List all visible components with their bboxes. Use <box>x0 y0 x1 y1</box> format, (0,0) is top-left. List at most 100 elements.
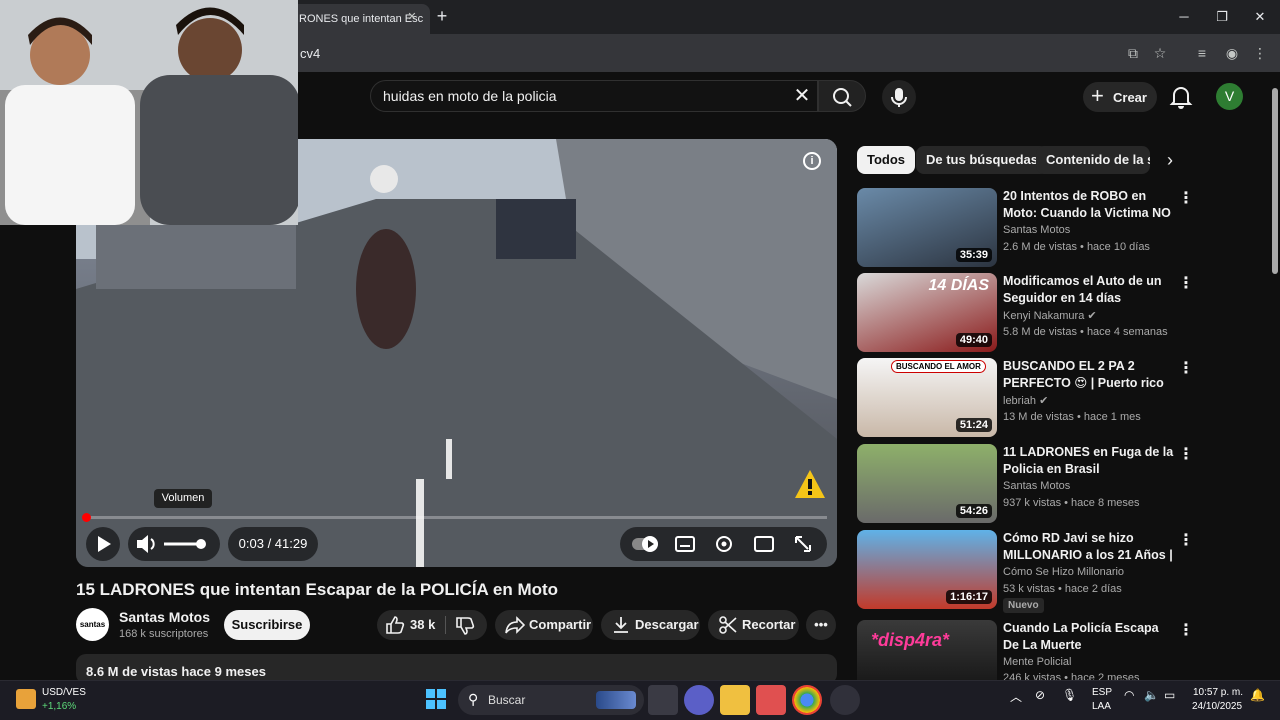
windows-start-icon[interactable] <box>426 689 446 709</box>
channel-label: Kenyi Nakamura <box>1003 310 1085 322</box>
rec-title[interactable]: 11 LADRONES en Fuga de la Policia en Bra… <box>1003 444 1175 478</box>
clear-search-icon[interactable]: ✕ <box>790 84 814 108</box>
rec-title[interactable]: Cuando La Policía Escapa De La Muerte <box>1003 620 1175 654</box>
thumb-overlay-text: BUSCANDO EL AMOR <box>891 360 986 373</box>
chevron-right-icon[interactable]: › <box>1160 150 1180 170</box>
download-button[interactable]: Descargar <box>601 610 700 640</box>
settings-gear-icon[interactable] <box>716 536 732 552</box>
download-label: Descargar <box>635 617 699 632</box>
search-button[interactable] <box>818 80 866 112</box>
tab-close-icon[interactable]: ✕ <box>404 9 420 25</box>
more-options-icon[interactable]: ⋮ <box>1178 359 1194 379</box>
channel-name[interactable]: Santas Motos <box>119 609 210 625</box>
subtitles-icon[interactable] <box>675 536 695 552</box>
lang-code[interactable]: ESP <box>1092 687 1112 698</box>
rec-channel[interactable]: lebriah ✔ <box>1003 394 1048 407</box>
rec-title[interactable]: BUSCANDO EL 2 PA 2 PERFECTO 😍 | Puerto r… <box>1003 358 1175 392</box>
battery-icon[interactable]: ▭ <box>1164 688 1175 702</box>
notification-bell-icon[interactable]: 🔔 <box>1250 688 1265 702</box>
progress-bar[interactable] <box>84 516 827 519</box>
thumbs-down-icon[interactable] <box>455 616 475 636</box>
install-app-icon[interactable]: ⧉ <box>1123 43 1143 63</box>
rec-title[interactable]: Modificamos el Auto de un Seguidor en 14… <box>1003 273 1175 307</box>
wifi-icon[interactable]: ◠ <box>1124 688 1134 702</box>
mic-tray-icon[interactable]: 🎙 <box>1062 688 1077 702</box>
more-options-icon[interactable]: ⋮ <box>1178 189 1194 209</box>
chrome-icon[interactable] <box>792 685 822 715</box>
subscribe-button[interactable]: Suscribirse <box>224 610 310 640</box>
rec-title[interactable]: 20 Intentos de ROBO en Moto: Cuando la V… <box>1003 188 1175 222</box>
more-options-icon[interactable]: ⋮ <box>1178 445 1194 465</box>
volume-control[interactable] <box>128 527 220 561</box>
search-icon: ⚲ <box>468 691 479 707</box>
chrome-menu-icon[interactable]: ⋮ <box>1250 43 1270 63</box>
scrubber-handle[interactable] <box>82 513 91 522</box>
taskbar-search-label: Buscar <box>488 693 526 707</box>
stock-widget-icon[interactable] <box>16 689 36 709</box>
media-controls-icon[interactable]: ≡ <box>1192 43 1212 63</box>
view-count-date: 8.6 M de vistas hace 9 meses <box>86 664 266 679</box>
rec-channel[interactable]: Mente Policial <box>1003 656 1071 668</box>
network-off-icon[interactable]: ⊘ <box>1035 688 1045 702</box>
url-field[interactable]: cv4 <box>300 46 320 61</box>
voice-search-button[interactable] <box>882 80 916 114</box>
scrollbar-thumb[interactable] <box>1272 88 1278 274</box>
theater-mode-icon[interactable] <box>754 536 774 552</box>
store-icon[interactable] <box>756 685 786 715</box>
close-window-button[interactable]: ✕ <box>1246 6 1274 28</box>
rec-channel[interactable]: Santas Motos <box>1003 480 1070 492</box>
channel-avatar[interactable]: santas <box>76 608 109 641</box>
lang-layout: LAA <box>1092 701 1111 712</box>
chip-from-searches[interactable]: De tus búsquedas <box>916 146 1048 174</box>
rec-channel[interactable]: Kenyi Nakamura ✔ <box>1003 309 1097 322</box>
speaker-icon[interactable]: 🔈 <box>1144 688 1159 702</box>
rec-thumbnail[interactable]: 35:39 <box>857 188 997 267</box>
file-explorer-icon[interactable] <box>720 685 750 715</box>
thumbs-up-icon[interactable] <box>385 615 405 635</box>
share-button[interactable]: Compartir <box>495 610 593 640</box>
like-dislike-group: 38 k <box>377 610 487 640</box>
task-view-icon[interactable] <box>648 685 678 715</box>
clip-button[interactable]: Recortar <box>708 610 799 640</box>
like-count[interactable]: 38 k <box>410 610 435 640</box>
rec-thumbnail[interactable]: 54:26 <box>857 444 997 523</box>
time-display: 0:03 / 41:29 <box>228 527 318 561</box>
taskbar-search[interactable]: ⚲ Buscar <box>458 685 644 715</box>
search-highlight-image <box>596 691 636 709</box>
new-tab-button[interactable]: + <box>432 6 452 26</box>
rec-channel[interactable]: Santas Motos <box>1003 224 1070 236</box>
play-button[interactable] <box>86 527 120 561</box>
rec-meta: 246 k vistas • hace 2 meses <box>1003 672 1140 680</box>
info-icon[interactable]: i <box>803 152 821 170</box>
rec-channel[interactable]: Cómo Se Hizo Millonario <box>1003 566 1124 578</box>
search-input[interactable]: huidas en moto de la policia <box>383 88 557 104</box>
play-icon <box>98 536 111 552</box>
tray-chevron-icon[interactable]: ︿ <box>1010 688 1022 705</box>
teams-icon[interactable] <box>684 685 714 715</box>
profile-icon[interactable]: ◉ <box>1222 43 1242 63</box>
bookmark-star-icon[interactable]: ☆ <box>1150 43 1170 63</box>
rec-thumbnail[interactable]: BUSCANDO EL AMOR 51:24 <box>857 358 997 437</box>
rec-thumbnail[interactable]: 14 DÍAS 49:40 <box>857 273 997 352</box>
more-options-icon[interactable]: ⋮ <box>1178 531 1194 551</box>
maximize-button[interactable]: ❐ <box>1208 6 1236 28</box>
clock-time[interactable]: 10:57 p. m. <box>1193 687 1243 698</box>
microphone-icon <box>891 88 907 107</box>
account-avatar[interactable]: V <box>1216 83 1243 110</box>
fullscreen-icon[interactable] <box>795 536 811 552</box>
autoplay-toggle[interactable] <box>632 536 658 552</box>
download-icon <box>614 617 628 633</box>
rec-meta: 13 M de vistas • hace 1 mes <box>1003 411 1141 423</box>
rec-title[interactable]: Cómo RD Javi se hizo MILLONARIO a los 21… <box>1003 530 1175 564</box>
notifications-button[interactable] <box>1168 84 1194 110</box>
rec-thumbnail[interactable]: *disp4ra* <box>857 620 997 680</box>
rec-thumbnail[interactable]: 1:16:17 <box>857 530 997 609</box>
more-actions-icon[interactable]: ••• <box>806 610 836 640</box>
chip-todos[interactable]: Todos <box>857 146 916 174</box>
more-options-icon[interactable]: ⋮ <box>1178 274 1194 294</box>
steam-icon[interactable] <box>830 685 860 715</box>
more-options-icon[interactable]: ⋮ <box>1178 621 1194 641</box>
minimize-button[interactable]: ─ <box>1170 6 1198 28</box>
chip-related[interactable]: Contenido de la ser <box>1036 146 1150 174</box>
ticker-name[interactable]: USD/VES <box>42 687 86 698</box>
